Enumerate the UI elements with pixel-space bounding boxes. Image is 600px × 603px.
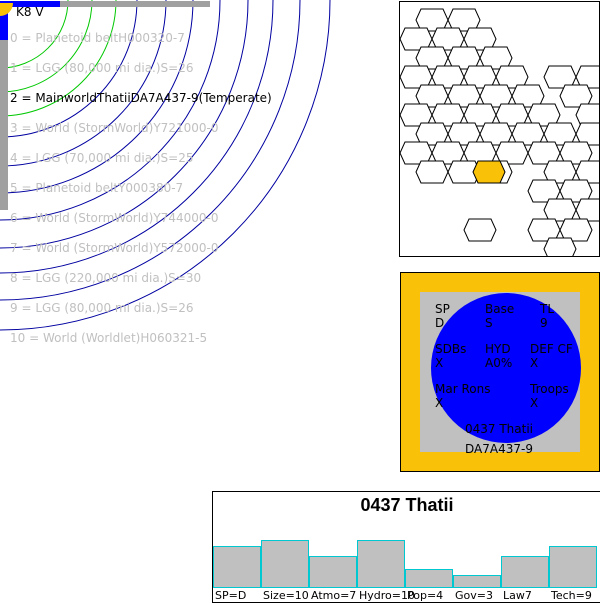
world-sp-label: SP: [435, 302, 450, 316]
orbit-ring: [0, 0, 301, 301]
hex-cell[interactable]: [575, 198, 600, 222]
world-troops-label: Troops: [530, 382, 569, 396]
orbit-label[interactable]: 3 = World (StormWorld)Y721000-0: [10, 121, 218, 135]
profile-bar: [261, 540, 309, 588]
star-icon: [0, 3, 13, 16]
world-base-label: Base: [485, 302, 515, 316]
orbit-label[interactable]: 7 = World (StormWorld)Y572000-0: [10, 241, 218, 255]
orbit-label[interactable]: 8 = LGG (220,000 mi dia.)S=30: [10, 271, 201, 285]
world-tl-label: TL: [540, 302, 555, 316]
hex-grid: [400, 8, 600, 257]
world-uwp: DA7A437-9: [465, 442, 533, 456]
orbit-label[interactable]: 4 = LGG (70,000 mi dia.)S=25: [10, 151, 193, 165]
world-tl-value: 9: [540, 316, 548, 330]
profile-title: 0437 Thatii: [360, 495, 454, 515]
orbit-label[interactable]: 6 = World (StormWorld)Y744000-0: [10, 211, 218, 225]
world-hyd-label: HYD: [485, 342, 511, 356]
hex-cell[interactable]: [415, 160, 449, 184]
world-profile-chart: 0437 Thatii SP=D Size=10 Atmo=7 Hydro=10 Pop…: [212, 491, 600, 603]
orbit-label[interactable]: 0 = Planetoid beltH000320-7: [10, 31, 185, 45]
profile-bar-label: Tech=9: [551, 589, 592, 602]
profile-bar: [549, 546, 597, 588]
world-defcf-value: X: [530, 356, 539, 370]
profile-bar: [357, 540, 405, 588]
profile-bar: [453, 575, 501, 588]
world-name: 0437 Thatii: [465, 422, 534, 436]
orbit-label[interactable]: 5 = Planetoid beltY000380-7: [10, 181, 183, 195]
star-label: K8 V: [16, 5, 44, 19]
orbit-label[interactable]: 10 = World (Worldlet)H060321-5: [10, 331, 207, 345]
world-sp-value: D: [435, 316, 445, 330]
profile-bar-label: SP=D: [215, 589, 247, 602]
orbit-ring: [0, 0, 167, 167]
profile-bar-label: Atmo=7: [311, 589, 357, 602]
world-hyd-value: A0%: [485, 356, 513, 370]
world-base-value: S: [485, 316, 493, 330]
profile-bar-label: Gov=3: [455, 589, 493, 602]
world-sdbs-label: SDBs: [435, 342, 467, 356]
hex-cell[interactable]: [543, 198, 577, 222]
hex-cell-selected[interactable]: [472, 160, 506, 184]
world-card: SP D Base S TL 9 SDBs X HYD A0% DEF CF X Mar Rons X Tr…: [400, 272, 600, 472]
world-troops-value: X: [530, 396, 539, 410]
hex-cell[interactable]: [543, 237, 577, 257]
world-marrons-label: Mar Rons: [435, 382, 491, 396]
world-marrons-value: X: [435, 396, 444, 410]
profile-bar: [405, 569, 453, 588]
hex-cell[interactable]: [463, 218, 497, 242]
orbit-label-mainworld[interactable]: 2 = MainworldThatiiDA7A437-9(Temperate): [10, 91, 272, 105]
orbit-label[interactable]: 1 = LGG (80,000 mi dia.)S=26: [10, 61, 193, 75]
world-sdbs-value: X: [435, 356, 444, 370]
profile-bar-label: Law7: [503, 589, 532, 602]
profile-bar-label: Size=10: [263, 589, 309, 602]
world-defcf-label: DEF CF: [530, 342, 573, 356]
profile-bar: [501, 556, 549, 588]
profile-bar: [309, 556, 357, 588]
orbit-label[interactable]: 9 = LGG (80,000 mi dia.)S=26: [10, 301, 193, 315]
profile-bar-label: Pop=4: [407, 589, 444, 602]
orbit-ring: [0, 0, 93, 93]
hex-map[interactable]: [399, 1, 600, 257]
profile-bar: [213, 546, 261, 588]
